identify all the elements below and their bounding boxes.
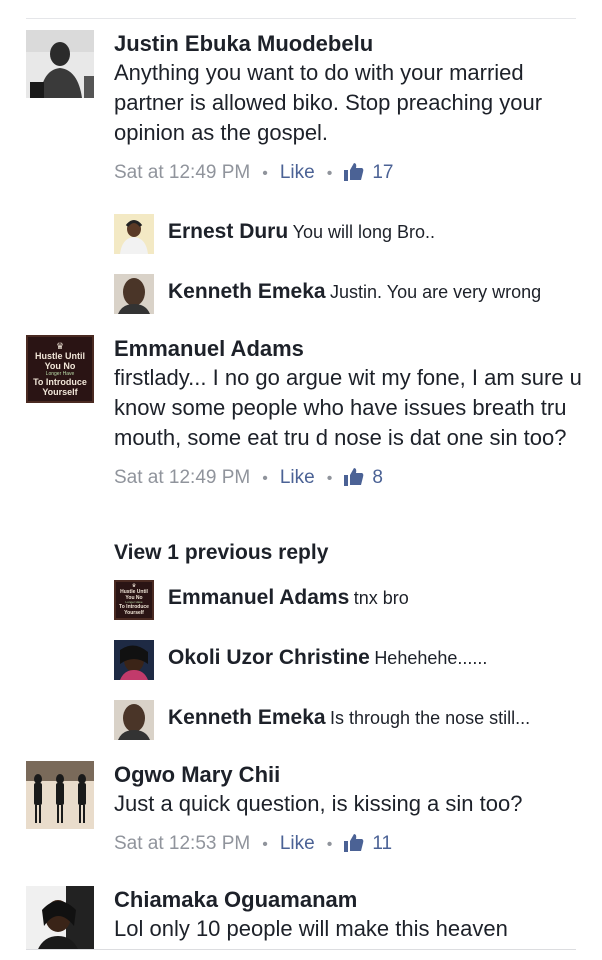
reply-text: Hehehehe...... [374,648,488,668]
separator-dot: • [262,470,268,487]
crown-icon: ♛ [55,340,65,351]
reply-avatar[interactable] [114,640,154,680]
separator-dot: • [326,165,333,182]
bottom-divider [26,949,576,950]
separator-dot: • [262,165,268,182]
comment-timestamp[interactable]: Sat at 12:49 PM [114,467,250,488]
reply: ♛ Hustle Until You No Longer Have To Int… [114,580,584,620]
avatar-caption: Yourself [42,386,78,397]
view-previous-replies-link[interactable]: View 1 previous reply [114,541,328,565]
comment-author[interactable]: Justin Ebuka Muodebelu [114,30,586,58]
reply-text: Justin. You are very wrong [330,282,542,302]
comment-text: Anything you want to do with your marrie… [114,60,543,145]
comment-meta: Sat at 12:53 PM • Like • 11 [114,832,586,859]
avatar-poster: ♛ Hustle Until You No Longer Have To Int… [114,580,154,620]
avatar-caption: Yourself [124,610,144,616]
reply-avatar[interactable]: ♛ Hustle Until You No Longer Have To Int… [114,580,154,620]
reply-text: Is through the nose still... [330,708,531,728]
like-count[interactable]: 11 [372,833,392,854]
reply-text: You will long Bro.. [292,222,436,242]
reply: Kenneth Emeka Justin. You are very wrong [114,274,584,314]
avatar-caption: You No [44,360,76,371]
reply-author[interactable]: Emmanuel Adams [168,586,349,609]
avatar[interactable] [26,761,94,829]
comment-text: Just a quick question, is kissing a sin … [114,791,523,816]
avatar[interactable] [26,886,94,950]
like-button[interactable]: Like [280,467,315,488]
like-count[interactable]: 17 [372,162,393,183]
comment-text: firstlady... I no go argue wit my fone, … [114,365,582,450]
comment-timestamp[interactable]: Sat at 12:53 PM [114,833,250,854]
reply: Ernest Duru You will long Bro.. [114,214,584,254]
avatar[interactable] [26,30,94,98]
top-divider [26,18,576,19]
comment-meta: Sat at 12:49 PM • Like • 17 [114,161,586,188]
reply-author[interactable]: Kenneth Emeka [168,706,326,729]
separator-dot: • [326,836,333,853]
comment-author[interactable]: Chiamaka Oguamanam [114,886,586,914]
comment-author[interactable]: Emmanuel Adams [114,335,586,363]
comment: ♛ Hustle Until You No Longer Have To Int… [26,335,586,525]
separator-dot: • [262,836,268,853]
reply-avatar[interactable] [114,214,154,254]
like-count[interactable]: 8 [372,467,383,488]
comment: Ogwo Mary Chii Just a quick question, is… [26,761,586,871]
reply-avatar[interactable] [114,274,154,314]
reply: Kenneth Emeka Is through the nose still.… [114,700,584,740]
reply-author[interactable]: Kenneth Emeka [168,280,326,303]
avatar-poster: ♛ Hustle Until You No Longer Have To Int… [26,335,94,403]
thumbs-up-icon[interactable] [344,834,364,859]
avatar-caption: To Introduce [33,376,87,387]
reply-author[interactable]: Okoli Uzor Christine [168,646,370,669]
comment-author[interactable]: Ogwo Mary Chii [114,761,586,789]
comment: Justin Ebuka Muodebelu Anything you want… [26,30,586,190]
avatar-caption: Hustle Until [34,350,85,361]
avatar[interactable]: ♛ Hustle Until You No Longer Have To Int… [26,335,94,403]
like-button[interactable]: Like [280,162,315,183]
separator-dot: • [326,470,333,487]
comment-meta: Sat at 12:49 PM • Like • 8 [114,466,586,493]
comment-timestamp[interactable]: Sat at 12:49 PM [114,162,250,183]
reply-text: tnx bro [353,588,409,608]
comment: Chiamaka Oguamanam Lol only 10 people wi… [26,886,586,950]
thumbs-up-icon[interactable] [344,163,364,188]
like-button[interactable]: Like [280,833,315,854]
reply-avatar[interactable] [114,700,154,740]
reply-author[interactable]: Ernest Duru [168,220,288,243]
comment-text: Lol only 10 people will make this heaven [114,916,508,941]
reply: Okoli Uzor Christine Hehehehe...... [114,640,584,680]
thumbs-up-icon[interactable] [344,468,364,493]
